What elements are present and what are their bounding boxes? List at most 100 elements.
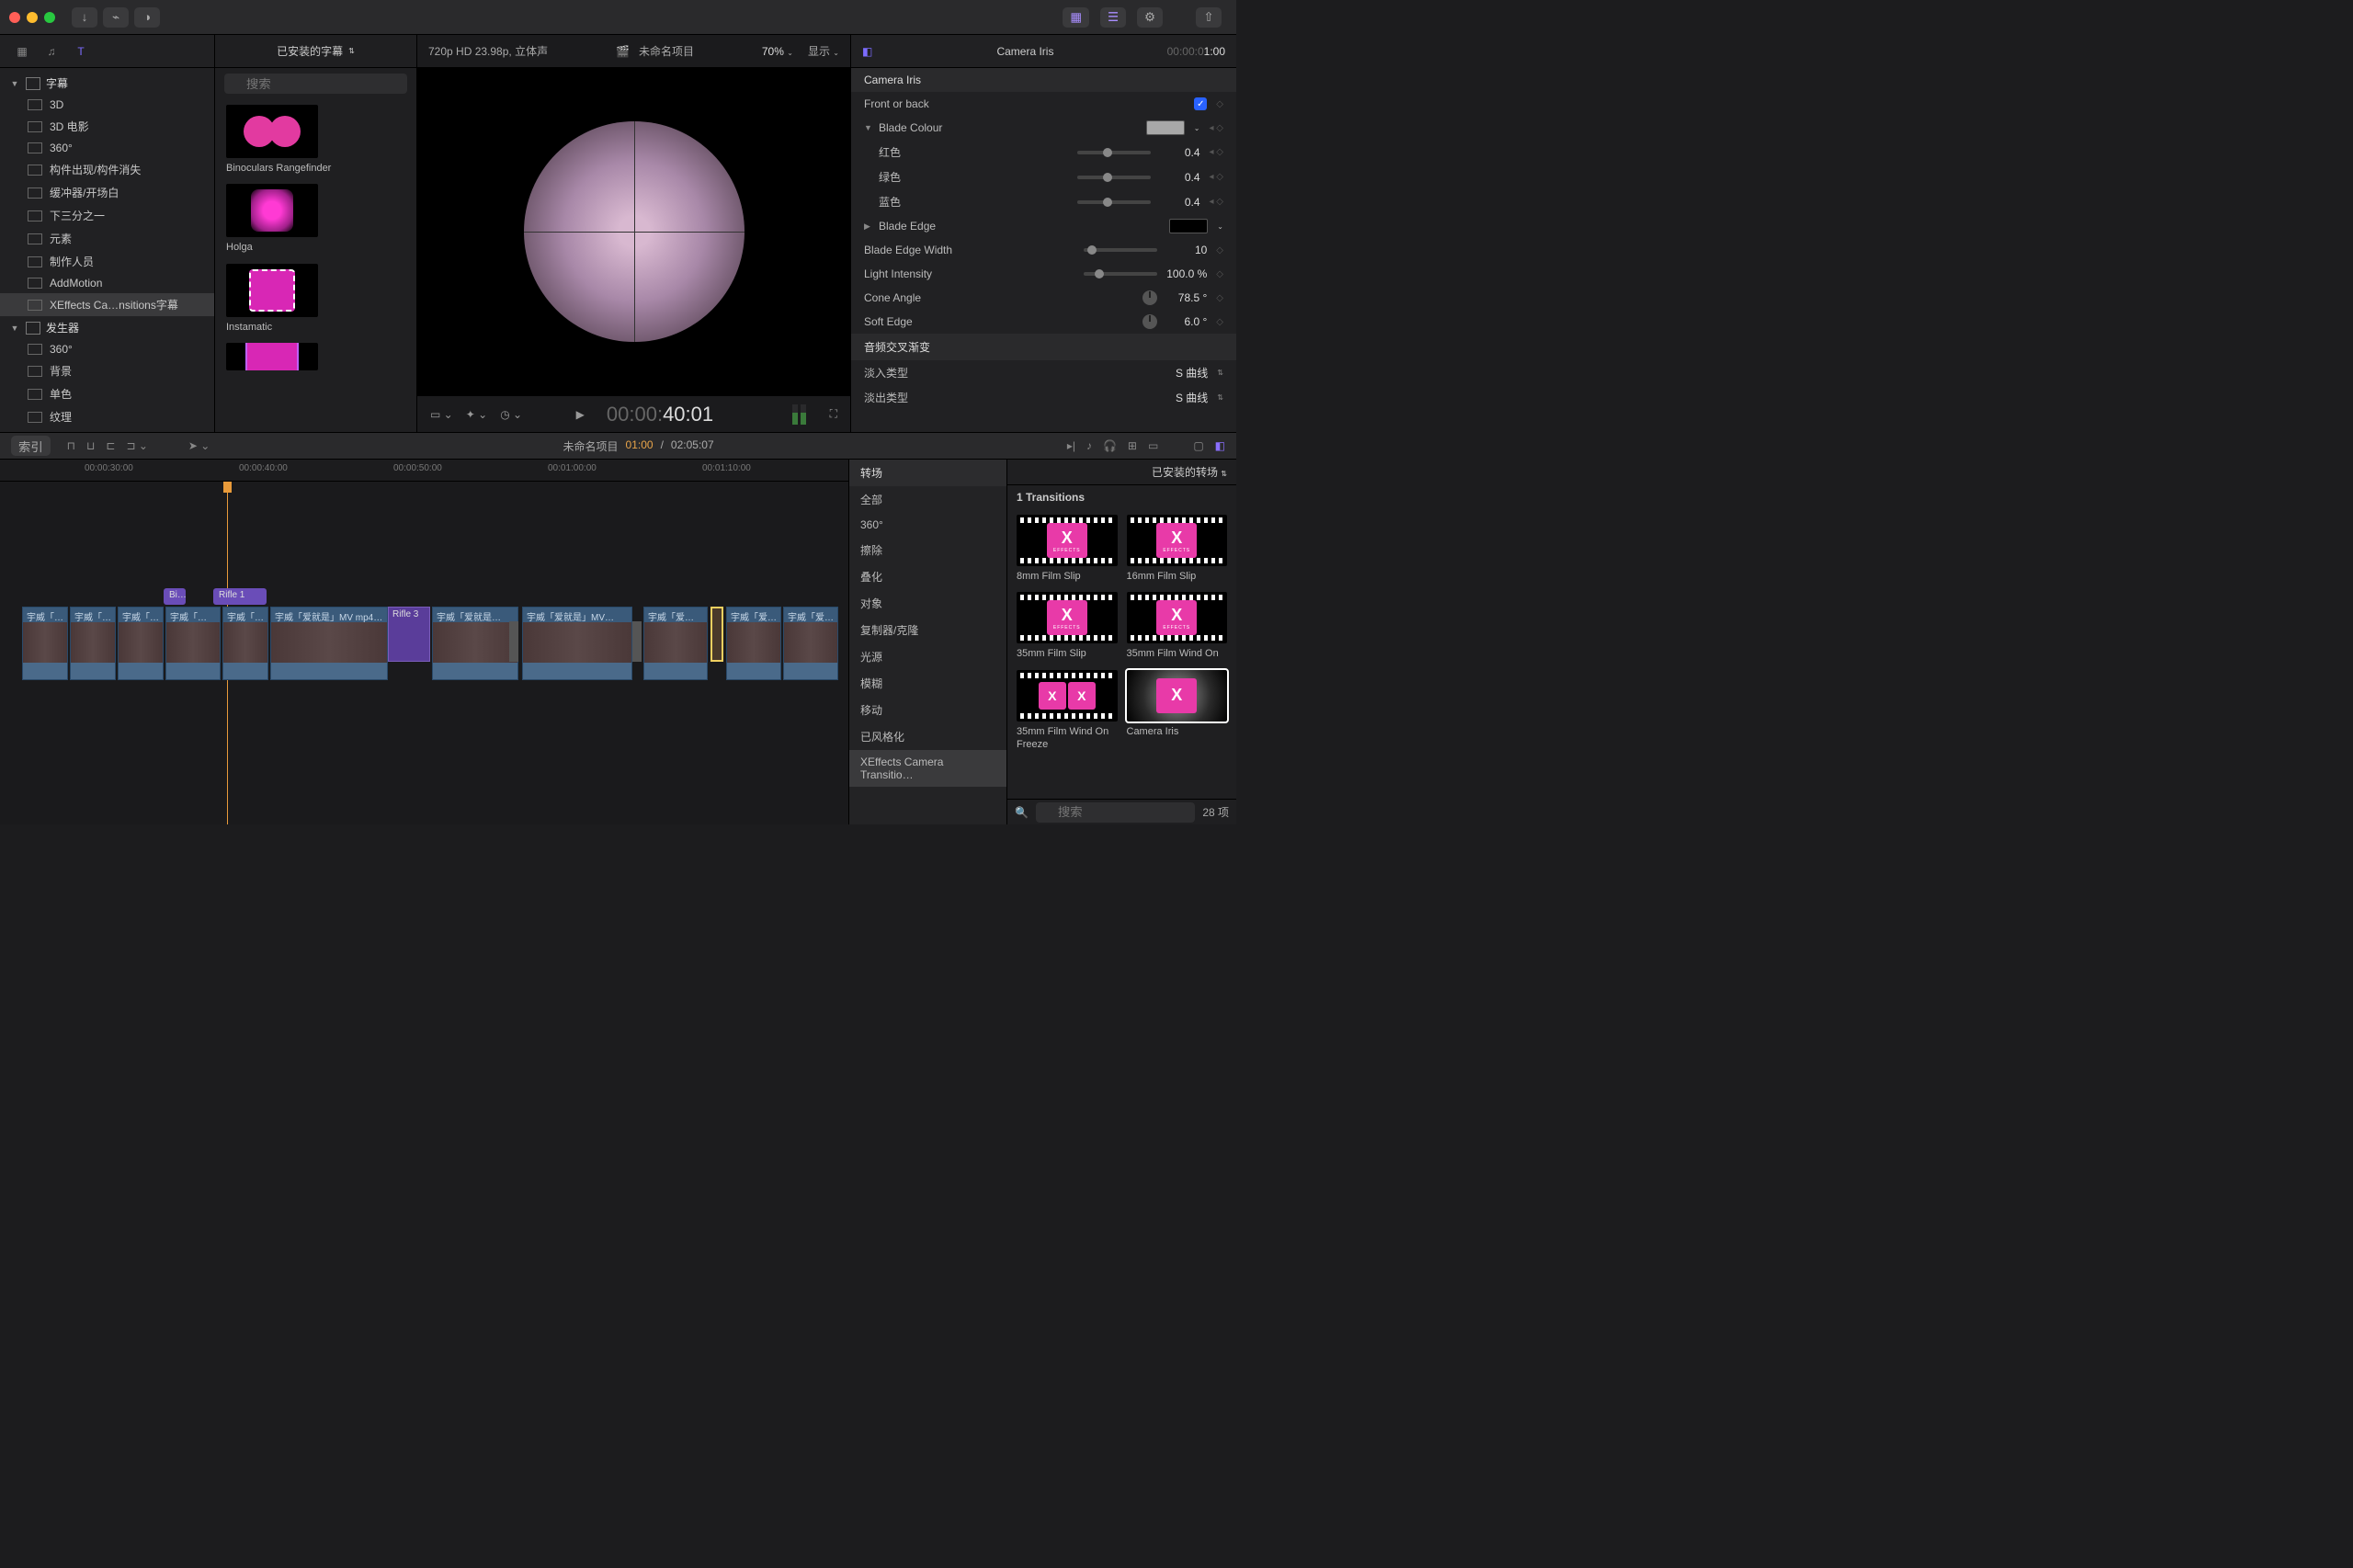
sidebar-item-xeffects-titles[interactable]: XEffects Ca…nsitions字幕: [0, 293, 214, 316]
browser-view-grid-button[interactable]: ▦: [1063, 7, 1089, 28]
transition-item[interactable]: XEFFECTS16mm Film Slip: [1127, 515, 1228, 583]
trans-cat-stylized[interactable]: 已风格化: [849, 723, 1006, 750]
video-clip[interactable]: 宇威「爱…: [643, 607, 708, 680]
gap-clip[interactable]: [632, 621, 642, 662]
gap-clip[interactable]: [509, 621, 518, 662]
transition-inspector-icon[interactable]: ◧: [862, 45, 872, 58]
blade-colour-swatch[interactable]: [1146, 120, 1185, 135]
transitions-dropdown[interactable]: 已安装的转场 ⇅: [1152, 464, 1227, 480]
sidebar-item-gen-solid[interactable]: 单色: [0, 382, 214, 405]
trans-cat-all[interactable]: 全部: [849, 486, 1006, 513]
video-clip[interactable]: 宇威「爱就是」MV mp4…: [270, 607, 388, 680]
view-options-button[interactable]: ▭ ⌄: [430, 408, 453, 421]
library-tab-audio-icon[interactable]: ♫: [42, 42, 61, 61]
sidebar-item-credits[interactable]: 制作人员: [0, 250, 214, 273]
video-clip[interactable]: 宇威「…: [222, 607, 268, 680]
trans-cat-wipe[interactable]: 擦除: [849, 537, 1006, 563]
sidebar-item-lower-third[interactable]: 下三分之一: [0, 204, 214, 227]
disclosure-triangle-icon[interactable]: ▼: [9, 79, 20, 88]
trans-cat-light[interactable]: 光源: [849, 643, 1006, 670]
light-intensity-slider[interactable]: [1084, 272, 1157, 276]
dropdown-arrow-icon[interactable]: ⌄: [1194, 124, 1200, 132]
video-clip[interactable]: 宇威「…: [165, 607, 221, 680]
play-button[interactable]: ▶: [576, 408, 585, 421]
video-clip[interactable]: 宇威「…: [118, 607, 164, 680]
sidebar-group-generators[interactable]: ▼ 发生器: [0, 316, 214, 339]
transform-tool-button[interactable]: ✦ ⌄: [466, 408, 487, 421]
snapping-button[interactable]: ⊞: [1128, 439, 1137, 452]
browser-item-binoculars[interactable]: Binoculars Rangefinder: [226, 105, 405, 175]
browser-search-input[interactable]: [224, 74, 407, 94]
video-clip[interactable]: 宇威「爱…: [726, 607, 781, 680]
viewer-timecode[interactable]: 00:00:40:01: [607, 403, 713, 426]
blade-edge-width-slider[interactable]: [1084, 248, 1157, 252]
minimize-window-button[interactable]: [27, 12, 38, 23]
red-slider[interactable]: [1077, 151, 1151, 154]
sidebar-item-gen-360[interactable]: 360°: [0, 339, 214, 359]
zoom-window-button[interactable]: [44, 12, 55, 23]
fullscreen-button[interactable]: ⛶: [830, 407, 837, 421]
sidebar-item-gen-bg[interactable]: 背景: [0, 359, 214, 382]
browser-item-holga[interactable]: Holga: [226, 184, 405, 254]
keyframe-controls[interactable]: ◇: [1216, 293, 1223, 303]
viewer-canvas[interactable]: [417, 68, 850, 395]
sidebar-item-bumper[interactable]: 缓冲器/开场白: [0, 181, 214, 204]
blue-slider[interactable]: [1077, 200, 1151, 204]
dropdown-arrow-icon[interactable]: ⌄: [1217, 222, 1223, 231]
retime-button[interactable]: ◷ ⌄: [500, 408, 522, 421]
share-button[interactable]: ⇧: [1196, 7, 1222, 28]
sidebar-item-3d[interactable]: 3D: [0, 95, 214, 115]
trans-cat-replicator[interactable]: 复制器/克隆: [849, 617, 1006, 643]
title-clip[interactable]: Bi…: [164, 588, 186, 605]
timeline[interactable]: 00:00:30:00 00:00:40:00 00:00:50:00 00:0…: [0, 460, 848, 824]
keyframe-controls[interactable]: ◇: [1216, 99, 1223, 109]
disclosure-triangle-icon[interactable]: ▼: [9, 324, 20, 333]
sidebar-item-addmotion[interactable]: AddMotion: [0, 273, 214, 293]
import-button[interactable]: ↓: [72, 7, 97, 28]
background-tasks-button[interactable]: ◑: [134, 7, 160, 28]
green-slider[interactable]: [1077, 176, 1151, 179]
keyframe-controls[interactable]: ◇: [1216, 269, 1223, 279]
effects-browser-button[interactable]: ▢: [1193, 439, 1203, 452]
cone-angle-dial[interactable]: [1142, 290, 1157, 305]
keyframe-controls[interactable]: ◂ ◇: [1210, 197, 1224, 207]
sidebar-item-3d-movie[interactable]: 3D 电影: [0, 115, 214, 138]
library-tab-titles-icon[interactable]: T: [72, 42, 90, 61]
skimming-button[interactable]: ▸|: [1067, 439, 1075, 452]
sidebar-item-build[interactable]: 构件出现/构件消失: [0, 158, 214, 181]
transition-item[interactable]: XCamera Iris: [1127, 670, 1228, 752]
transition-item[interactable]: XEFFECTS35mm Film Wind On: [1127, 592, 1228, 660]
transition-item[interactable]: XEFFECTS35mm Film Slip: [1017, 592, 1118, 660]
append-clip-button[interactable]: ⊏: [106, 439, 115, 452]
disclosure-triangle-icon[interactable]: ▼: [864, 123, 873, 132]
browser-item-partial[interactable]: [226, 343, 405, 370]
video-clip[interactable]: 宇威「…: [70, 607, 116, 680]
title-clip[interactable]: Rifle 1: [213, 588, 267, 605]
browser-item-instamatic[interactable]: Instamatic: [226, 264, 405, 334]
browser-view-list-button[interactable]: ☰: [1100, 7, 1126, 28]
browser-dropdown[interactable]: 已安装的字幕 ⇅: [277, 43, 355, 59]
transition-clip[interactable]: Rifle 3: [388, 607, 430, 662]
viewer-display-dropdown[interactable]: 显示 ⌄: [808, 43, 839, 59]
viewer-zoom-dropdown[interactable]: 70% ⌄: [762, 45, 793, 58]
video-clip[interactable]: 宇威「爱就是…: [432, 607, 518, 680]
sidebar-item-elements[interactable]: 元素: [0, 227, 214, 250]
keyframe-controls[interactable]: ◂ ◇: [1210, 147, 1224, 157]
video-clip[interactable]: 宇威「爱就是」MV…: [522, 607, 632, 680]
sidebar-item-gen-texture[interactable]: 纹理: [0, 405, 214, 428]
insert-clip-button[interactable]: ⊔: [86, 439, 95, 452]
close-window-button[interactable]: [9, 12, 20, 23]
library-tab-clips-icon[interactable]: ▦: [13, 42, 31, 61]
timeline-tracks[interactable]: Bi… Rifle 1 宇威「…宇威「…宇威「…宇威「…宇威「…宇威「爱就是」M…: [0, 482, 848, 824]
inspector-toggle-button[interactable]: ⚙: [1137, 7, 1163, 28]
blade-edge-swatch[interactable]: [1169, 219, 1208, 233]
trans-cat-360[interactable]: 360°: [849, 513, 1006, 537]
front-or-back-checkbox[interactable]: ✓: [1194, 97, 1207, 110]
connect-clip-button[interactable]: ⊓: [67, 439, 75, 452]
soft-edge-dial[interactable]: [1142, 314, 1157, 329]
timeline-ruler[interactable]: 00:00:30:00 00:00:40:00 00:00:50:00 00:0…: [0, 460, 848, 482]
keyframe-controls[interactable]: ◂ ◇: [1210, 123, 1224, 133]
fade-in-dropdown[interactable]: S 曲线⇅: [1176, 365, 1223, 381]
timeline-index-button[interactable]: 索引: [11, 436, 51, 456]
audio-skimming-button[interactable]: ♪: [1086, 439, 1092, 452]
